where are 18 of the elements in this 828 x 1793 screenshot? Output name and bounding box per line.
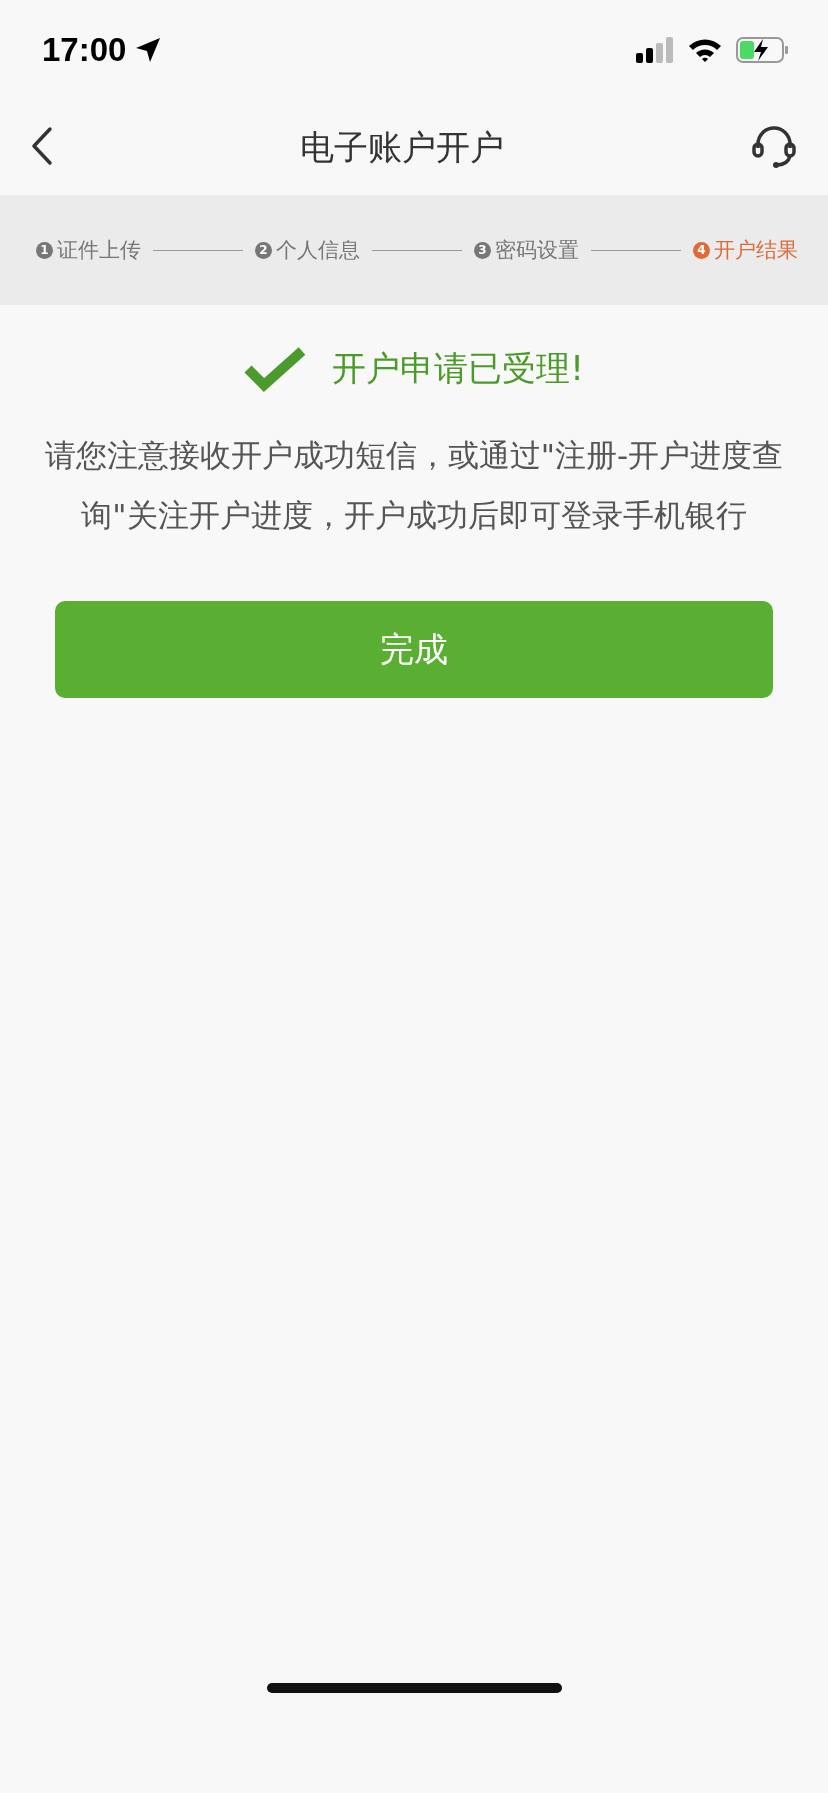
result-title: 开户申请已受理! (332, 347, 584, 390)
step-number: 1 (36, 241, 53, 259)
page-title: 电子账户开户 (299, 125, 505, 169)
battery-charging-icon (736, 37, 790, 63)
step-number: 4 (693, 241, 710, 259)
status-time: 17:00 (42, 31, 127, 69)
step-label: 密码设置 (495, 237, 579, 264)
result-message: 请您注意接收开户成功短信，或通过"注册-开户进度查询"关注开户进度，开户成功后即可登录手机银行 (43, 436, 785, 535)
location-arrow-icon (134, 36, 163, 64)
wifi-icon (688, 37, 722, 63)
step-number: 3 (474, 241, 491, 259)
checkmark-icon (244, 345, 307, 393)
step-number: 2 (255, 241, 272, 259)
signal-icon (636, 37, 676, 63)
step-label: 开户结果 (714, 237, 798, 264)
step-label: 个人信息 (276, 237, 360, 264)
done-button[interactable]: 完成 (55, 601, 773, 698)
step-label: 证件上传 (57, 237, 141, 264)
